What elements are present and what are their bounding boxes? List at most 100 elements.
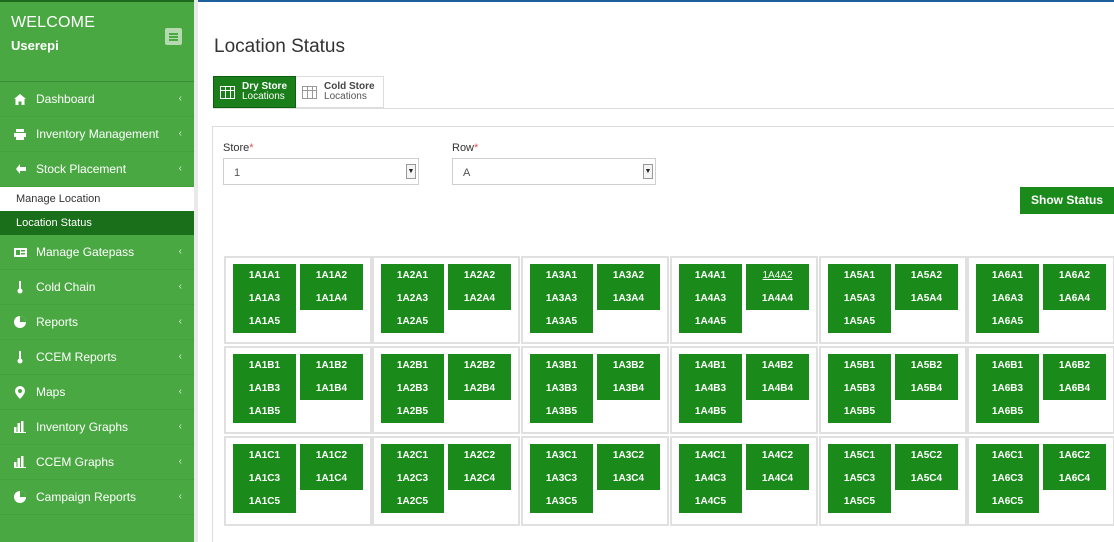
location-button[interactable]: 1A5A2	[895, 264, 958, 287]
location-button[interactable]: 1A1A5	[233, 310, 296, 333]
location-button[interactable]: 1A5C1	[828, 444, 891, 467]
location-button[interactable]: 1A3C5	[530, 490, 593, 513]
location-button[interactable]: 1A4C3	[679, 467, 742, 490]
location-button[interactable]: 1A4A5	[679, 310, 742, 333]
location-button[interactable]: 1A6A5	[976, 310, 1039, 333]
location-button[interactable]: 1A6B2	[1043, 354, 1106, 377]
location-button[interactable]: 1A2A1	[381, 264, 444, 287]
location-button[interactable]: 1A1C5	[233, 490, 296, 513]
show-status-button[interactable]: Show Status	[1020, 187, 1114, 214]
location-button[interactable]: 1A1B3	[233, 377, 296, 400]
location-button[interactable]: 1A2A4	[448, 287, 511, 310]
location-button[interactable]: 1A1B5	[233, 400, 296, 423]
sidebar-item-ccem-graphs[interactable]: CCEM Graphs ‹	[0, 445, 194, 480]
store-select[interactable]: 1 ▼	[223, 158, 419, 185]
location-button[interactable]: 1A6C5	[976, 490, 1039, 513]
location-button[interactable]: 1A6C1	[976, 444, 1039, 467]
location-button[interactable]: 1A5C2	[895, 444, 958, 467]
location-button[interactable]: 1A1A2	[300, 264, 363, 287]
location-button[interactable]: 1A4B1	[679, 354, 742, 377]
location-button[interactable]: 1A1C1	[233, 444, 296, 467]
location-button[interactable]: 1A5C5	[828, 490, 891, 513]
location-button[interactable]: 1A3B4	[597, 377, 660, 400]
location-button[interactable]: 1A4C2	[746, 444, 809, 467]
location-button[interactable]: 1A2C2	[448, 444, 511, 467]
location-button[interactable]: 1A2A2	[448, 264, 511, 287]
sidebar-item-cold-chain[interactable]: Cold Chain ‹	[0, 270, 194, 305]
location-button[interactable]: 1A5B3	[828, 377, 891, 400]
location-button[interactable]: 1A1A4	[300, 287, 363, 310]
location-button[interactable]: 1A4A3	[679, 287, 742, 310]
location-button[interactable]: 1A3C2	[597, 444, 660, 467]
location-button[interactable]: 1A4C5	[679, 490, 742, 513]
location-button[interactable]: 1A1B2	[300, 354, 363, 377]
sidebar-item-inventory-management[interactable]: Inventory Management ‹	[0, 117, 194, 152]
location-button[interactable]: 1A6A4	[1043, 287, 1106, 310]
location-button[interactable]: 1A3A1	[530, 264, 593, 287]
location-button[interactable]: 1A2C1	[381, 444, 444, 467]
location-button[interactable]: 1A6B1	[976, 354, 1039, 377]
location-button[interactable]: 1A4A2	[746, 264, 809, 287]
location-button[interactable]: 1A6B5	[976, 400, 1039, 423]
location-button[interactable]: 1A2B4	[448, 377, 511, 400]
tab-dry-store-locations[interactable]: Dry Store Locations	[213, 76, 297, 108]
location-button[interactable]: 1A6C3	[976, 467, 1039, 490]
location-button[interactable]: 1A1C2	[300, 444, 363, 467]
sidebar-toggle-icon[interactable]	[165, 28, 182, 45]
sidebar-item-reports[interactable]: Reports ‹	[0, 305, 194, 340]
location-button[interactable]: 1A6A2	[1043, 264, 1106, 287]
location-button[interactable]: 1A5B5	[828, 400, 891, 423]
location-button[interactable]: 1A3A4	[597, 287, 660, 310]
location-button[interactable]: 1A4A1	[679, 264, 742, 287]
location-button[interactable]: 1A1C4	[300, 467, 363, 490]
location-button[interactable]: 1A3B2	[597, 354, 660, 377]
location-button[interactable]: 1A2A3	[381, 287, 444, 310]
location-button[interactable]: 1A4C4	[746, 467, 809, 490]
location-button[interactable]: 1A1B4	[300, 377, 363, 400]
sidebar-item-maps[interactable]: Maps ‹	[0, 375, 194, 410]
location-button[interactable]: 1A2C5	[381, 490, 444, 513]
location-button[interactable]: 1A2C4	[448, 467, 511, 490]
location-button[interactable]: 1A1C3	[233, 467, 296, 490]
sidebar-subitem-location-status[interactable]: Location Status	[0, 211, 194, 235]
location-button[interactable]: 1A1B1	[233, 354, 296, 377]
sidebar-item-inventory-graphs[interactable]: Inventory Graphs ‹	[0, 410, 194, 445]
location-button[interactable]: 1A3B1	[530, 354, 593, 377]
location-button[interactable]: 1A3C1	[530, 444, 593, 467]
location-button[interactable]: 1A5B1	[828, 354, 891, 377]
sidebar-item-manage-gatepass[interactable]: Manage Gatepass ‹	[0, 235, 194, 270]
location-button[interactable]: 1A4C1	[679, 444, 742, 467]
location-button[interactable]: 1A4B2	[746, 354, 809, 377]
location-button[interactable]: 1A5B4	[895, 377, 958, 400]
location-button[interactable]: 1A3B5	[530, 400, 593, 423]
location-button[interactable]: 1A3B3	[530, 377, 593, 400]
location-button[interactable]: 1A1A1	[233, 264, 296, 287]
location-button[interactable]: 1A5C3	[828, 467, 891, 490]
location-button[interactable]: 1A5A4	[895, 287, 958, 310]
location-button[interactable]: 1A3A5	[530, 310, 593, 333]
location-button[interactable]: 1A4A4	[746, 287, 809, 310]
location-button[interactable]: 1A2B1	[381, 354, 444, 377]
location-button[interactable]: 1A2B2	[448, 354, 511, 377]
location-button[interactable]: 1A3C4	[597, 467, 660, 490]
location-button[interactable]: 1A4B5	[679, 400, 742, 423]
location-button[interactable]: 1A6B4	[1043, 377, 1106, 400]
tab-cold-store-locations[interactable]: Cold Store Locations	[296, 76, 384, 108]
location-button[interactable]: 1A5B2	[895, 354, 958, 377]
location-button[interactable]: 1A6A1	[976, 264, 1039, 287]
sidebar-subitem-manage-location[interactable]: Manage Location	[0, 187, 194, 211]
location-button[interactable]: 1A6A3	[976, 287, 1039, 310]
location-button[interactable]: 1A2C3	[381, 467, 444, 490]
location-button[interactable]: 1A2A5	[381, 310, 444, 333]
sidebar-item-dashboard[interactable]: Dashboard ‹	[0, 82, 194, 117]
location-button[interactable]: 1A3C3	[530, 467, 593, 490]
row-select[interactable]: A ▼	[452, 158, 656, 185]
location-button[interactable]: 1A5A5	[828, 310, 891, 333]
location-button[interactable]: 1A5C4	[895, 467, 958, 490]
location-button[interactable]: 1A4B3	[679, 377, 742, 400]
sidebar-item-stock-placement[interactable]: Stock Placement ‹	[0, 152, 194, 187]
location-button[interactable]: 1A2B5	[381, 400, 444, 423]
location-button[interactable]: 1A6B3	[976, 377, 1039, 400]
location-button[interactable]: 1A5A3	[828, 287, 891, 310]
location-button[interactable]: 1A5A1	[828, 264, 891, 287]
